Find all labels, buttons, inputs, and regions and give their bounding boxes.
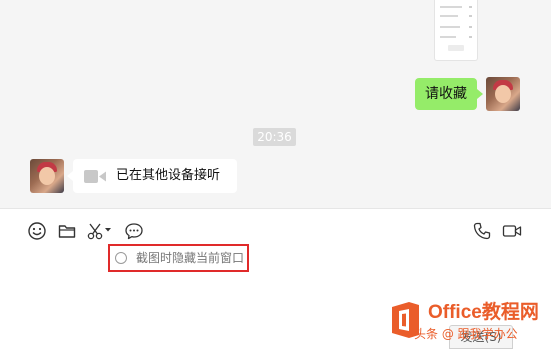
video-camera-icon	[84, 170, 106, 183]
hide-window-label: 截图时隐藏当前窗口	[136, 251, 245, 265]
folder-icon[interactable]	[57, 221, 77, 241]
shared-image-message[interactable]	[434, 0, 478, 61]
avatar-face	[39, 167, 55, 185]
card-dot	[469, 36, 472, 38]
hide-window-radio[interactable]	[115, 252, 127, 264]
avatar-face	[495, 85, 511, 103]
card-line	[440, 6, 462, 8]
chevron-down-icon[interactable]	[104, 221, 112, 241]
card-button	[448, 45, 464, 51]
phone-icon[interactable]	[472, 221, 492, 241]
watermark: Office教程网 头条 @ 跟我学办公	[384, 300, 551, 349]
contact-avatar[interactable]	[30, 159, 64, 193]
scissors-icon[interactable]	[86, 221, 106, 241]
my-avatar[interactable]	[486, 77, 520, 111]
card-line	[440, 26, 460, 28]
card-dot	[469, 26, 472, 28]
call-message-text: 已在其他设备接听	[116, 168, 221, 183]
message-timestamp: 20:36	[253, 128, 296, 146]
card-dot	[469, 15, 472, 17]
watermark-brand: Office教程网	[428, 302, 539, 323]
card-line	[440, 36, 456, 38]
chat-bubble-icon[interactable]	[124, 221, 144, 241]
chat-history: 请收藏 20:36 已在其他设备接听	[0, 0, 551, 208]
card-dot	[469, 6, 472, 8]
call-message-bubble[interactable]: 已在其他设备接听	[67, 159, 237, 193]
hide-window-option[interactable]: 截图时隐藏当前窗口	[108, 244, 249, 272]
my-message-bubble[interactable]: 请收藏	[415, 78, 483, 110]
watermark-subtitle: 头条 @ 跟我学办公	[414, 327, 518, 341]
emoji-icon[interactable]	[27, 221, 47, 241]
card-line	[440, 15, 458, 17]
my-message-text: 请收藏	[425, 86, 467, 102]
video-call-icon[interactable]	[502, 221, 522, 241]
